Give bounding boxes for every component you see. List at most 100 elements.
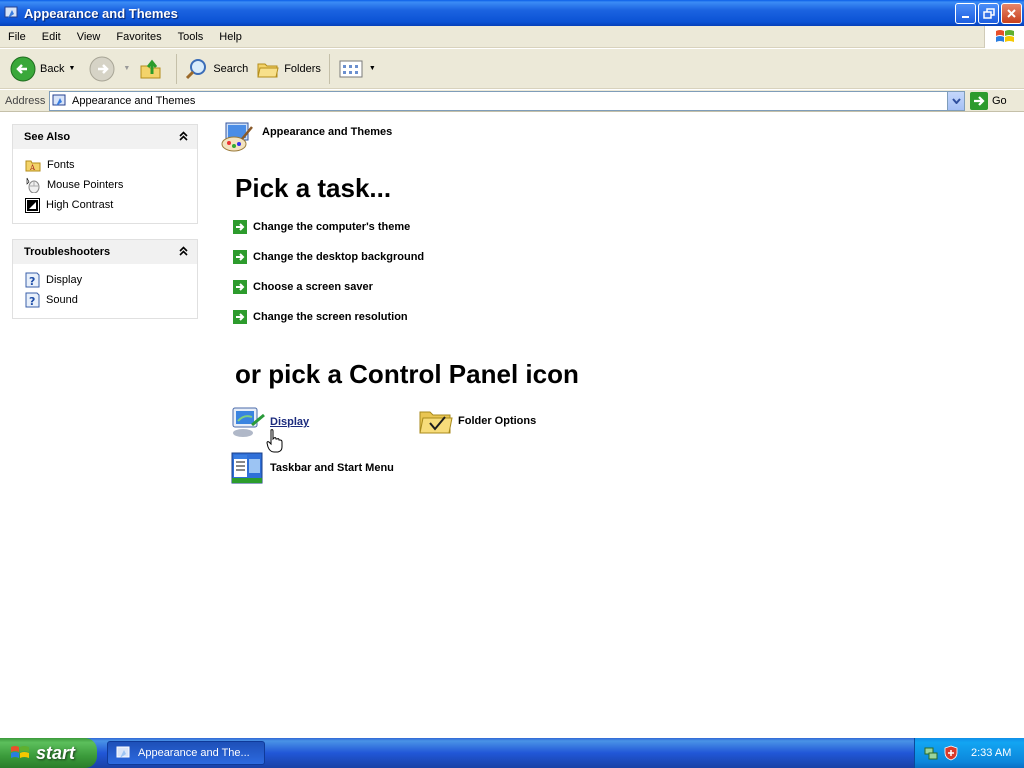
folder-options-link[interactable]: Folder Options <box>418 405 536 437</box>
troubleshooter-display[interactable]: ? Display <box>25 270 187 290</box>
appearance-themes-icon <box>221 122 253 152</box>
menu-favorites[interactable]: Favorites <box>108 31 169 43</box>
system-tray: 2:33 AM <box>914 738 1024 768</box>
restore-button[interactable] <box>978 3 999 24</box>
control-panel-icon <box>116 746 130 758</box>
chevron-down-icon <box>951 98 961 104</box>
task-label: Change the computer's theme <box>253 221 411 233</box>
address-value: Appearance and Themes <box>72 95 196 107</box>
search-button[interactable]: Search <box>181 52 252 86</box>
restore-icon <box>982 7 995 19</box>
menu-tools[interactable]: Tools <box>170 31 212 43</box>
windows-flag-icon <box>995 30 1014 42</box>
collapse-icon[interactable] <box>179 130 188 144</box>
troubleshooter-label: Sound <box>46 294 78 306</box>
mouse-icon <box>26 177 40 193</box>
help-icon: ? <box>25 292 40 308</box>
views-button[interactable]: ▼ <box>334 52 380 86</box>
address-dropdown-button[interactable] <box>947 92 964 110</box>
address-label: Address <box>5 94 46 107</box>
toolbar-separator <box>328 53 330 84</box>
task-arrow-icon <box>233 250 247 264</box>
task-screen-resolution[interactable]: Change the screen resolution <box>233 310 408 324</box>
back-dropdown-icon[interactable]: ▼ <box>68 65 75 72</box>
forward-arrow-icon <box>89 56 115 81</box>
go-label: Go <box>992 95 1007 107</box>
task-pane: See Also A Fonts Mouse Pointers High Con… <box>0 113 210 737</box>
minimize-icon <box>961 15 969 18</box>
taskbar: start Appearance and The... 2:33 AM <box>0 738 1024 768</box>
menu-help[interactable]: Help <box>211 31 250 43</box>
pick-task-heading: Pick a task... <box>235 173 392 203</box>
see-also-mouse-pointers[interactable]: Mouse Pointers <box>25 175 187 195</box>
fonts-folder-icon: A <box>25 160 41 172</box>
folders-button[interactable]: Folders <box>252 52 325 86</box>
forward-dropdown-icon[interactable]: ▼ <box>123 65 130 72</box>
close-button[interactable] <box>1001 3 1022 24</box>
double-chevron-up-icon <box>179 245 188 256</box>
menu-file[interactable]: File <box>0 31 34 43</box>
menu-view[interactable]: View <box>69 31 109 43</box>
minimize-button[interactable] <box>955 3 976 24</box>
close-icon <box>1007 9 1016 18</box>
start-button[interactable]: start <box>0 738 97 768</box>
network-icon[interactable] <box>923 745 939 761</box>
svg-text:A: A <box>29 164 36 172</box>
folders-label: Folders <box>284 62 321 75</box>
taskbar-start-menu-label: Taskbar and Start Menu <box>270 462 394 474</box>
up-folder-button[interactable] <box>134 52 172 86</box>
see-also-label: Mouse Pointers <box>47 179 124 191</box>
taskbar-start-menu-link[interactable]: Taskbar and Start Menu <box>230 451 394 485</box>
task-label: Change the desktop background <box>253 251 425 263</box>
task-label: Choose a screen saver <box>253 281 373 293</box>
troubleshooters-header[interactable]: Troubleshooters <box>13 240 197 264</box>
high-contrast-icon <box>25 197 40 213</box>
toolbar: Back ▼ ▼ Search Folders ▼ <box>0 49 1024 89</box>
views-icon <box>339 60 363 77</box>
search-label: Search <box>213 62 249 75</box>
taskbar-window-button[interactable]: Appearance and The... <box>107 741 265 765</box>
back-button[interactable]: Back ▼ <box>6 52 79 86</box>
display-icon <box>232 407 265 437</box>
task-label: Change the screen resolution <box>253 311 408 323</box>
see-also-label: High Contrast <box>46 199 114 211</box>
help-icon: ? <box>25 272 40 288</box>
search-icon <box>186 58 207 79</box>
security-shield-icon[interactable] <box>943 745 959 761</box>
back-label: Back <box>40 62 65 75</box>
task-screen-saver[interactable]: Choose a screen saver <box>233 280 373 294</box>
clock: 2:33 AM <box>971 747 1012 759</box>
task-arrow-icon <box>233 310 247 324</box>
up-folder-icon <box>140 59 161 78</box>
task-arrow-icon <box>233 280 247 294</box>
see-also-fonts[interactable]: A Fonts <box>25 155 187 175</box>
go-button[interactable]: Go <box>970 92 1007 110</box>
title-bar[interactable]: Appearance and Themes <box>0 0 1024 26</box>
address-bar: Address Appearance and Themes Go <box>0 90 1024 112</box>
troubleshooters-panel: Troubleshooters ? Display ? Sound <box>12 239 198 319</box>
menu-bar: File Edit View Favorites Tools Help <box>0 26 1024 48</box>
views-dropdown-icon[interactable]: ▼ <box>369 65 376 72</box>
control-panel-icon-heading: or pick a Control Panel icon <box>235 359 579 389</box>
windows-logo <box>984 26 1024 48</box>
taskbar-window-label: Appearance and The... <box>138 747 250 759</box>
collapse-icon[interactable] <box>179 245 188 259</box>
troubleshooter-label: Display <box>46 274 83 286</box>
main-content: Appearance and Themes Pick a task... Cha… <box>210 113 1024 737</box>
back-arrow-icon <box>10 56 36 81</box>
taskbar-icon <box>231 452 263 484</box>
address-input[interactable]: Appearance and Themes <box>49 91 965 111</box>
see-also-high-contrast[interactable]: High Contrast <box>25 195 187 215</box>
see-also-label: Fonts <box>47 159 75 171</box>
see-also-header[interactable]: See Also <box>13 125 197 149</box>
task-change-background[interactable]: Change the desktop background <box>233 250 424 264</box>
menu-edit[interactable]: Edit <box>34 31 69 43</box>
start-label: start <box>36 742 76 763</box>
control-panel-icon <box>52 94 66 106</box>
folders-icon <box>257 63 279 77</box>
forward-button[interactable]: ▼ <box>85 52 134 86</box>
svg-text:?: ? <box>29 295 35 308</box>
troubleshooter-sound[interactable]: ? Sound <box>25 290 187 310</box>
control-panel-icon <box>4 6 18 18</box>
task-change-theme[interactable]: Change the computer's theme <box>233 220 410 234</box>
